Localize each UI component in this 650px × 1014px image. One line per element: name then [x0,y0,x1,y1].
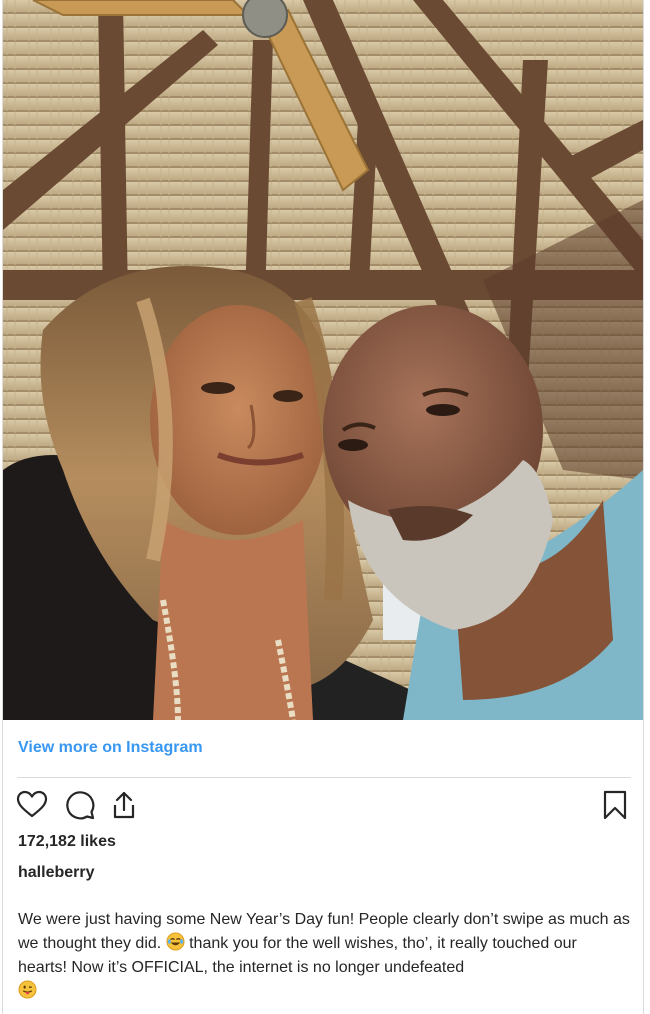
share-button[interactable] [107,788,141,822]
heart-icon [16,790,48,818]
comment-button[interactable] [63,788,97,822]
like-button[interactable] [15,788,49,822]
tears-of-joy-emoji-icon [166,932,185,951]
share-icon [113,791,135,819]
tongue-out-emoji-icon [18,980,37,999]
selfie-image [3,0,643,720]
likes-count[interactable]: 172,182 likes [18,833,116,851]
post-caption: We were just having some New Year’s Day … [18,908,630,1004]
divider [17,777,631,778]
post-username[interactable]: halleberry [18,864,94,882]
instagram-embed: View more on Instagram 172,182 likes hal… [2,0,644,1014]
comment-icon [66,791,95,820]
view-more-on-instagram-link[interactable]: View more on Instagram [18,739,203,757]
save-button[interactable] [598,788,632,822]
bookmark-icon [603,790,627,820]
post-photo[interactable] [3,0,643,720]
